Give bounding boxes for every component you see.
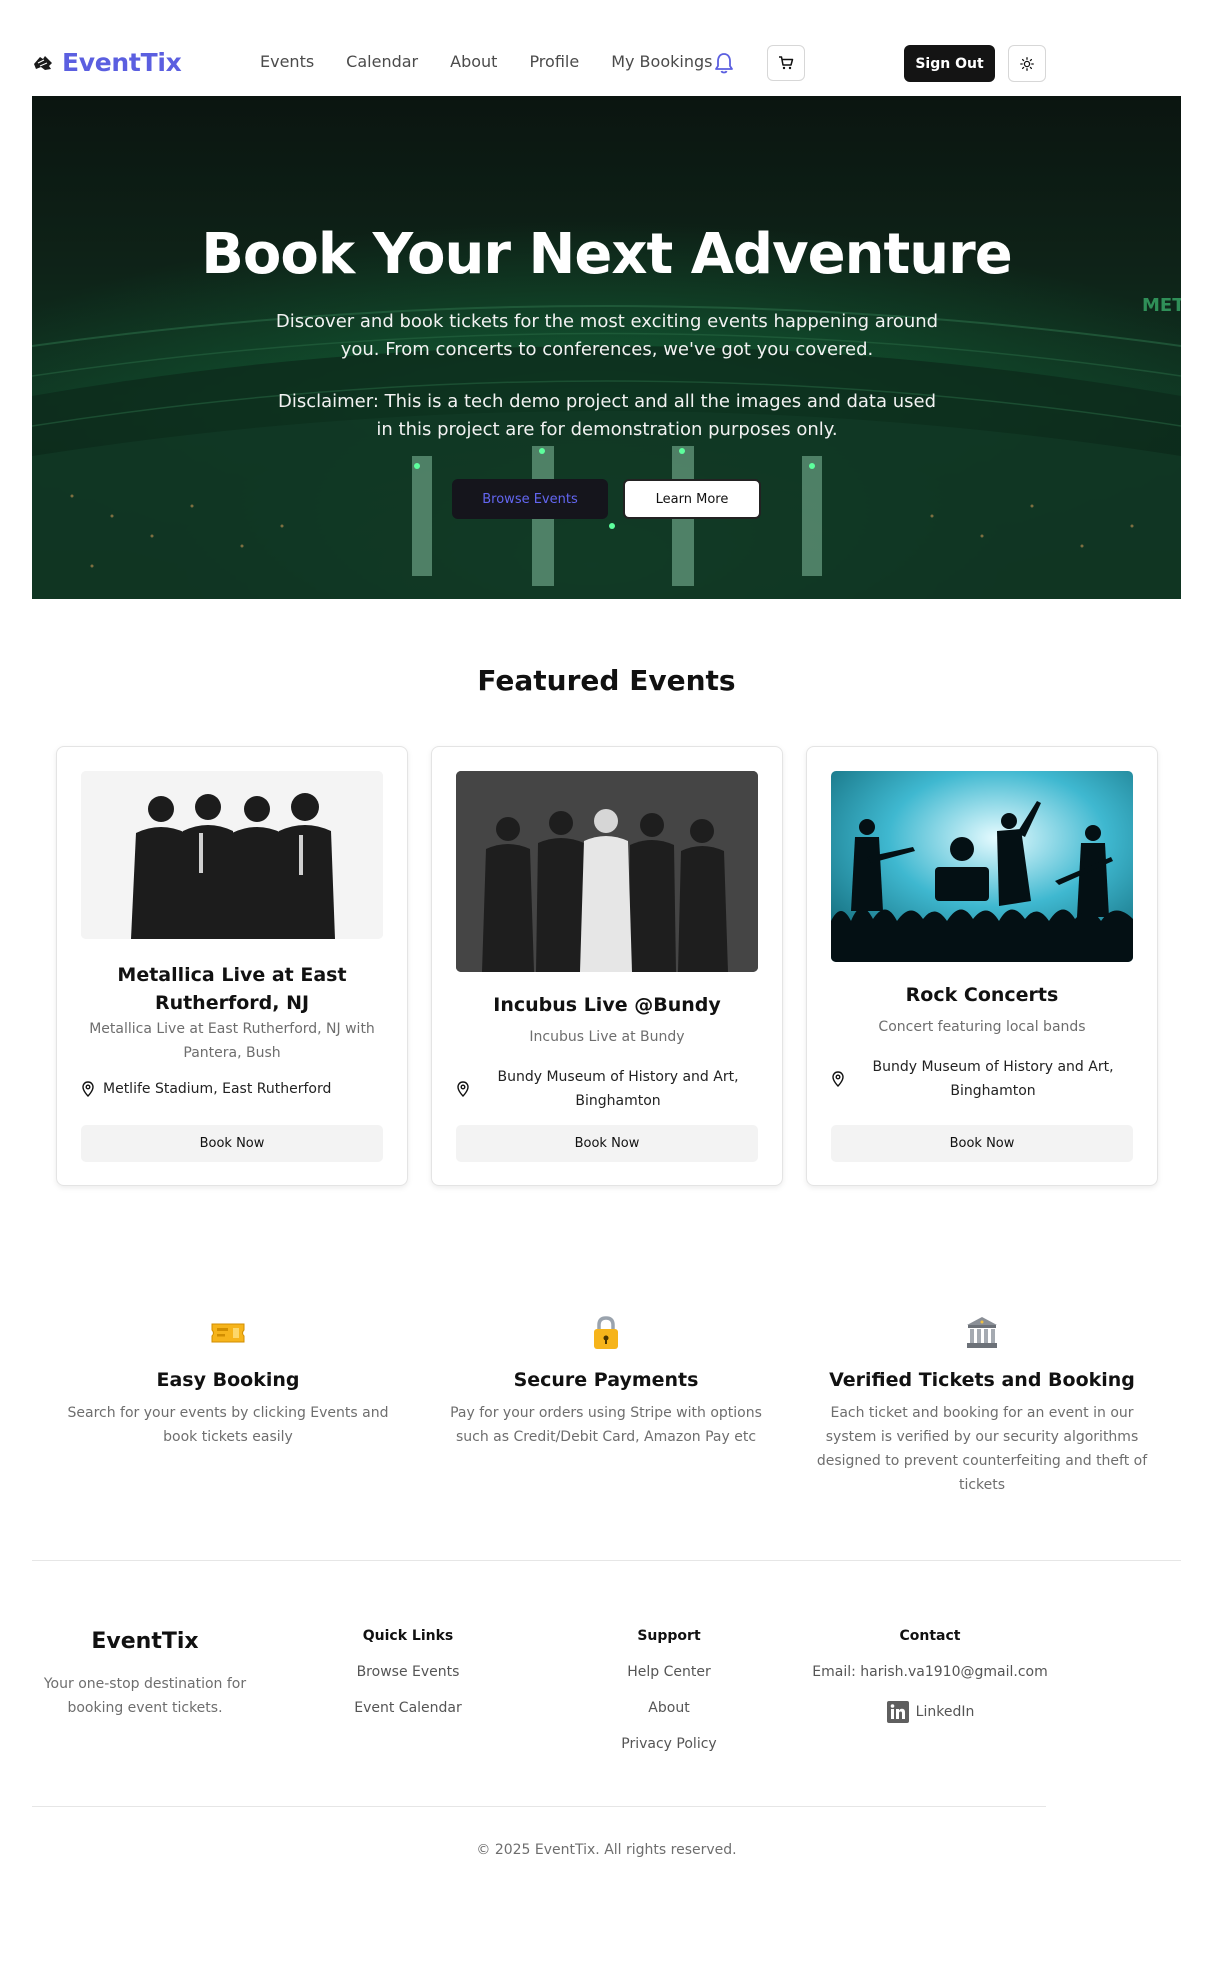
- footer-link-help-center[interactable]: Help Center: [549, 1664, 789, 1686]
- nav-links: Events Calendar About Profile My Booking…: [260, 52, 712, 71]
- event-card[interactable]: Metallica Live at East Rutherford, NJ Me…: [56, 746, 408, 1186]
- footer-link-event-calendar[interactable]: Event Calendar: [288, 1700, 528, 1722]
- brand-name: EventTix: [62, 48, 182, 77]
- event-description: Metallica Live at East Rutherford, NJ wi…: [89, 1021, 375, 1061]
- event-image: [81, 771, 383, 939]
- feature-title: Easy Booking: [156, 1369, 300, 1391]
- footer-column-title: Contact: [899, 1628, 961, 1644]
- event-title: Incubus Live @Bundy: [493, 994, 721, 1016]
- event-title: Metallica Live at East Rutherford, NJ: [117, 964, 347, 1014]
- brand-logo[interactable]: EventTix: [32, 48, 182, 77]
- event-image: [456, 771, 758, 972]
- feature-secure-payments: Secure Payments Pay for your orders usin…: [436, 1315, 776, 1449]
- footer-link-about[interactable]: About: [549, 1700, 789, 1722]
- event-location: Bundy Museum of History and Art, Bingham…: [831, 1055, 1133, 1103]
- event-location-text: Bundy Museum of History and Art, Bingham…: [497, 1069, 739, 1109]
- feature-title: Verified Tickets and Booking: [829, 1369, 1135, 1391]
- bell-icon[interactable]: [713, 51, 735, 75]
- sign-out-button[interactable]: Sign Out: [904, 45, 995, 82]
- footer-email[interactable]: Email: harish.va1910@gmail.com: [810, 1664, 1050, 1686]
- event-description: Incubus Live at Bundy: [529, 1029, 685, 1045]
- nav-link-calendar[interactable]: Calendar: [346, 52, 418, 71]
- footer-tagline: Your one-stop destination for booking ev…: [43, 1676, 247, 1716]
- footer-divider: [32, 1806, 1046, 1807]
- hero-disclaimer: Disclaimer: This is a tech demo project …: [277, 391, 937, 440]
- map-pin-icon: [82, 1081, 94, 1097]
- cart-icon: [779, 56, 794, 70]
- footer-support: Support Help Center About Privacy Policy: [549, 1628, 789, 1758]
- event-location: Metlife Stadium, East Rutherford: [81, 1077, 383, 1101]
- event-image: [831, 771, 1133, 962]
- linkedin-icon: [886, 1701, 909, 1723]
- feature-easy-booking: Easy Booking Search for your events by c…: [58, 1315, 398, 1449]
- linkedin-label: LinkedIn: [915, 1704, 975, 1720]
- stadium-sign: METL: [1142, 295, 1181, 316]
- browse-events-button[interactable]: Browse Events: [452, 479, 608, 519]
- footer-column-title: Support: [637, 1628, 701, 1644]
- book-now-button[interactable]: Book Now: [456, 1125, 758, 1162]
- footer-column-title: Quick Links: [362, 1628, 454, 1644]
- nav-link-my-bookings[interactable]: My Bookings: [611, 52, 712, 71]
- book-now-button[interactable]: Book Now: [831, 1125, 1133, 1162]
- event-title: Rock Concerts: [905, 984, 1059, 1006]
- sun-icon: [1020, 56, 1034, 71]
- event-description: Concert featuring local bands: [878, 1019, 1086, 1035]
- bank-icon: [967, 1317, 997, 1348]
- hero-banner: METL Book Your Next Adventure Discover a…: [32, 96, 1181, 599]
- feature-description: Each ticket and booking for an event in …: [816, 1405, 1148, 1493]
- hero-title: Book Your Next Adventure: [201, 222, 1012, 287]
- book-now-button[interactable]: Book Now: [81, 1125, 383, 1162]
- featured-events-title: Featured Events: [477, 664, 736, 697]
- learn-more-button[interactable]: Learn More: [623, 479, 761, 519]
- footer-contact: Contact Email: harish.va1910@gmail.com L…: [810, 1628, 1050, 1724]
- lock-icon: [594, 1316, 618, 1349]
- section-divider: [32, 1560, 1181, 1561]
- feature-description: Search for your events by clicking Event…: [67, 1405, 389, 1445]
- ticket-icon: [34, 55, 52, 70]
- footer-brand: EventTix: [91, 1629, 199, 1654]
- navbar: EventTix Events Calendar About Profile M…: [0, 0, 1213, 96]
- cart-button[interactable]: [767, 45, 805, 81]
- event-location-text: Bundy Museum of History and Art, Bingham…: [872, 1059, 1114, 1099]
- footer-linkedin-link[interactable]: LinkedIn: [810, 1700, 1050, 1724]
- footer-link-browse-events[interactable]: Browse Events: [288, 1664, 528, 1686]
- map-pin-icon: [457, 1081, 469, 1097]
- footer-link-privacy-policy[interactable]: Privacy Policy: [549, 1736, 789, 1758]
- feature-verified-tickets: Verified Tickets and Booking Each ticket…: [812, 1315, 1152, 1497]
- feature-description: Pay for your orders using Stripe with op…: [450, 1405, 762, 1445]
- event-card[interactable]: Rock Concerts Concert featuring local ba…: [806, 746, 1158, 1186]
- theme-toggle-button[interactable]: [1008, 45, 1046, 82]
- map-pin-icon: [832, 1071, 844, 1087]
- event-location: Bundy Museum of History and Art, Bingham…: [456, 1065, 758, 1113]
- nav-link-profile[interactable]: Profile: [529, 52, 579, 71]
- nav-link-events[interactable]: Events: [260, 52, 314, 71]
- ticket-icon: [211, 1323, 245, 1343]
- copyright-text: © 2025 EventTix. All rights reserved.: [476, 1842, 737, 1858]
- feature-title: Secure Payments: [513, 1369, 699, 1391]
- footer-quick-links: Quick Links Browse Events Event Calendar: [288, 1628, 528, 1722]
- nav-link-about[interactable]: About: [450, 52, 497, 71]
- event-card[interactable]: Incubus Live @Bundy Incubus Live at Bund…: [431, 746, 783, 1186]
- hero-subtitle: Discover and book tickets for the most e…: [275, 311, 939, 360]
- event-location-text: Metlife Stadium, East Rutherford: [103, 1081, 332, 1097]
